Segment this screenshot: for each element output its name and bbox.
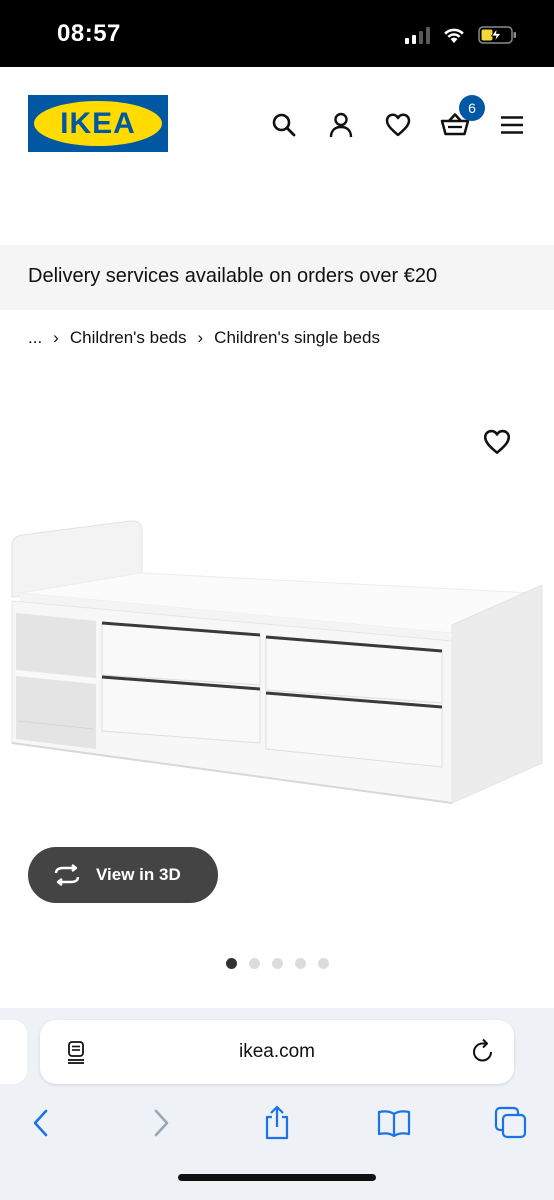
breadcrumb-ellipsis[interactable]: ... <box>28 328 42 348</box>
site-header: IKEA 6 <box>0 67 554 245</box>
url-text: ikea.com <box>238 1041 316 1062</box>
logo-text: IKEA <box>60 107 136 140</box>
battery-charging-icon <box>478 26 516 44</box>
status-icons <box>405 25 518 45</box>
cart-count-badge: 6 <box>459 95 485 121</box>
share-icon[interactable] <box>257 1103 297 1143</box>
breadcrumb: ... › Children's beds › Children's singl… <box>28 328 380 348</box>
product-gallery[interactable]: View in 3D <box>0 380 554 1000</box>
address-bar[interactable]: ikea.com <box>40 1020 514 1084</box>
chevron-right-icon: › <box>53 328 59 347</box>
wifi-icon <box>444 28 464 43</box>
status-bar: 08:57 <box>0 0 554 67</box>
signal-icon <box>405 26 430 44</box>
basket-icon[interactable]: 6 <box>437 95 485 143</box>
breadcrumb-childrens-beds[interactable]: Children's beds <box>70 328 187 348</box>
account-icon[interactable] <box>323 107 359 143</box>
carousel-dots <box>226 958 329 969</box>
forward-icon[interactable] <box>141 1103 181 1143</box>
carousel-dot[interactable] <box>318 958 329 969</box>
status-time: 08:57 <box>57 20 121 47</box>
browser-chrome: ikea.com <box>0 1008 554 1200</box>
header-icons: 6 <box>266 95 530 143</box>
carousel-dot[interactable] <box>272 958 283 969</box>
browser-toolbar <box>0 1103 554 1153</box>
favourite-heart-icon[interactable] <box>482 428 512 458</box>
heart-icon[interactable] <box>380 107 416 143</box>
carousel-dot[interactable] <box>226 958 237 969</box>
reload-icon[interactable] <box>470 1038 496 1071</box>
chevron-right-icon: › <box>197 328 204 347</box>
menu-icon[interactable] <box>494 107 530 143</box>
carousel-dot[interactable] <box>295 958 306 969</box>
tabs-icon[interactable] <box>491 1103 531 1143</box>
search-icon[interactable] <box>266 107 302 143</box>
home-indicator <box>178 1174 376 1181</box>
delivery-banner-text: Delivery services available on orders ov… <box>28 265 438 287</box>
rotate-3d-icon <box>54 864 80 886</box>
view-in-3d-button[interactable]: View in 3D <box>28 847 218 903</box>
back-icon[interactable] <box>21 1103 61 1143</box>
ikea-logo[interactable]: IKEA <box>28 95 168 152</box>
previous-tab-preview[interactable] <box>0 1020 27 1084</box>
delivery-banner[interactable]: Delivery services available on orders ov… <box>0 245 554 310</box>
breadcrumb-childrens-single-beds[interactable]: Children's single beds <box>214 328 380 348</box>
product-image-bed <box>11 520 543 804</box>
bookmarks-icon[interactable] <box>374 1103 414 1143</box>
carousel-dot[interactable] <box>249 958 260 969</box>
view-in-3d-label: View in 3D <box>96 865 181 884</box>
